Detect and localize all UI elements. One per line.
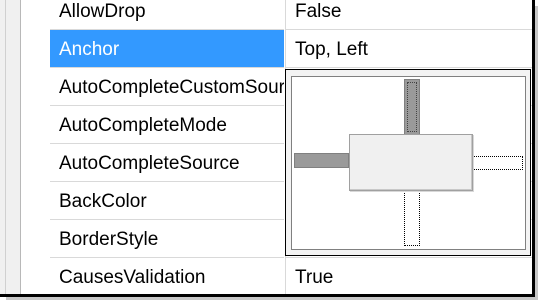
anchor-editor — [291, 76, 526, 250]
property-name: Anchor — [59, 39, 120, 60]
property-value: True — [295, 267, 334, 288]
property-name-cell[interactable]: AutoCompleteSource — [50, 144, 284, 182]
property-value-cell[interactable]: True — [285, 258, 532, 294]
property-value-cell[interactable]: False — [285, 0, 532, 30]
property-name: CausesValidation — [59, 267, 206, 288]
property-value: Top, Left — [295, 39, 368, 60]
property-value: False — [295, 1, 342, 22]
property-name: AutoCompleteMode — [59, 115, 227, 136]
property-name-cell[interactable]: CausesValidation — [50, 258, 284, 294]
property-name-cell[interactable]: AutoCompleteMode — [50, 106, 284, 144]
property-name: AllowDrop — [59, 1, 146, 22]
property-row-causesvalidation[interactable]: CausesValidation True — [0, 258, 532, 294]
property-name-cell[interactable]: BackColor — [50, 182, 284, 220]
anchor-left-toggle[interactable] — [294, 153, 349, 168]
property-row-anchor[interactable]: Anchor Top, Left — [0, 30, 532, 68]
property-value-cell[interactable]: Top, Left — [285, 30, 532, 68]
anchor-right-toggle[interactable] — [473, 156, 523, 170]
anchored-control-preview — [349, 134, 473, 191]
property-name-cell[interactable]: BorderStyle — [50, 220, 284, 258]
property-name-cell[interactable]: AutoCompleteCustomSource — [50, 68, 284, 106]
property-name: BorderStyle — [59, 229, 159, 250]
anchor-bottom-toggle[interactable] — [404, 191, 420, 246]
anchor-editor-popup — [285, 69, 531, 256]
property-name-cell[interactable]: AllowDrop — [50, 0, 284, 30]
property-name-cell[interactable]: Anchor — [50, 30, 284, 68]
property-name: AutoCompleteCustomSource — [59, 77, 284, 98]
property-row-allowdrop[interactable]: AllowDrop False — [0, 0, 532, 30]
anchor-top-toggle[interactable] — [404, 79, 420, 135]
property-grid-window: AllowDrop False Anchor Top, Left AutoCom… — [0, 0, 535, 297]
property-name: BackColor — [59, 191, 147, 212]
property-name: AutoCompleteSource — [59, 153, 240, 174]
